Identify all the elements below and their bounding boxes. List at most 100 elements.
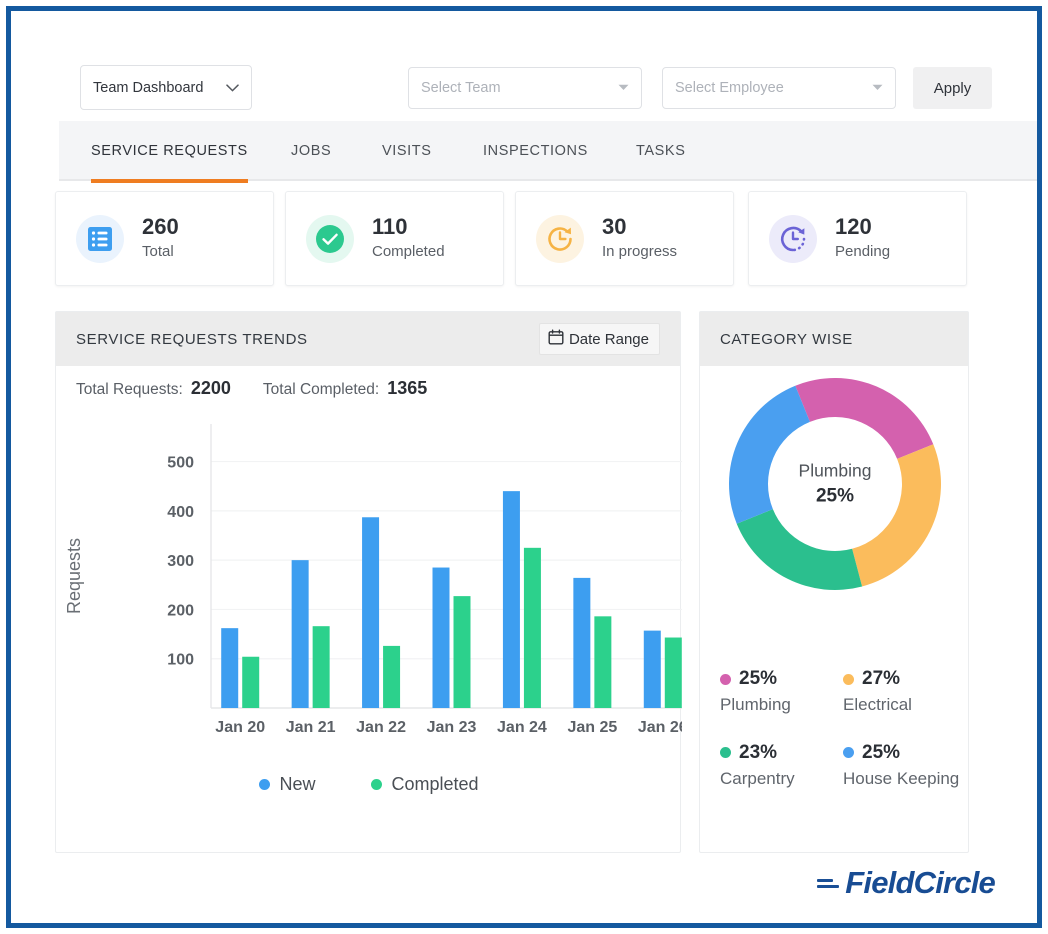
y-axis-tick-label: 200 bbox=[167, 602, 194, 619]
category-percent: 27% bbox=[862, 668, 900, 690]
category-name: Electrical bbox=[843, 694, 960, 716]
bar bbox=[644, 631, 661, 708]
bar bbox=[433, 568, 450, 708]
total-completed-label: Total Completed: bbox=[263, 381, 379, 399]
category-dot-icon bbox=[843, 674, 854, 685]
stat-card-label: In progress bbox=[602, 242, 677, 262]
category-name: House Keeping bbox=[843, 768, 960, 790]
bar bbox=[594, 616, 611, 708]
bar bbox=[665, 638, 682, 708]
x-axis-tick-label: Jan 20 bbox=[215, 719, 265, 736]
bar bbox=[221, 628, 238, 708]
bar bbox=[362, 517, 379, 708]
service-requests-trends-panel: SERVICE REQUESTS TRENDS Date Range Total bbox=[55, 311, 681, 853]
category-panel-title: CATEGORY WISE bbox=[720, 331, 853, 348]
stat-card-completed[interactable]: 110Completed bbox=[285, 191, 504, 286]
bar bbox=[313, 626, 330, 708]
donut-segment-plumbing[interactable] bbox=[795, 378, 933, 459]
dashboard-select-value: Team Dashboard bbox=[93, 80, 203, 96]
bar bbox=[292, 560, 309, 708]
legend-dot-icon bbox=[371, 779, 382, 790]
total-completed-value: 1365 bbox=[387, 378, 427, 399]
bar bbox=[454, 596, 471, 708]
y-axis-tick-label: 100 bbox=[167, 652, 194, 669]
category-legend: 25% Plumbing 27% Electrical 23% Carpentry 25%H… bbox=[720, 668, 960, 790]
category-percent: 23% bbox=[739, 742, 777, 764]
category-donut-chart: Plumbing 25% bbox=[700, 366, 970, 634]
category-legend-item-electrical[interactable]: 27% Electrical bbox=[843, 668, 960, 716]
x-axis-tick-label: Jan 23 bbox=[427, 719, 477, 736]
tab-jobs[interactable]: JOBS bbox=[291, 121, 331, 181]
stat-card-value: 30 bbox=[602, 215, 677, 240]
category-legend-item-plumbing[interactable]: 25% Plumbing bbox=[720, 668, 815, 716]
stat-card-row: 260Total110Completed30In progress120Pend… bbox=[55, 191, 1037, 301]
apply-button[interactable]: Apply bbox=[913, 67, 992, 109]
tab-label: SERVICE REQUESTS bbox=[91, 143, 248, 159]
category-dot-icon bbox=[843, 747, 854, 758]
stat-card-value: 260 bbox=[142, 215, 179, 240]
total-requests-value: 2200 bbox=[191, 378, 231, 399]
category-legend-top: 23% bbox=[720, 742, 815, 764]
stat-card-value: 110 bbox=[372, 215, 445, 240]
date-range-button[interactable]: Date Range bbox=[539, 323, 660, 355]
legend-dot-icon bbox=[259, 779, 270, 790]
category-legend-item-house-keeping[interactable]: 25%House Keeping bbox=[843, 742, 960, 790]
clock-dashed-icon bbox=[769, 215, 817, 263]
service-requests-bar-chart: 100200300400500RequestsJan 20Jan 21Jan 2… bbox=[56, 418, 682, 770]
employee-select[interactable]: Select Employee bbox=[662, 67, 896, 109]
legend-label: New bbox=[279, 774, 315, 795]
tab-label: INSPECTIONS bbox=[483, 143, 588, 159]
donut-svg bbox=[700, 366, 970, 616]
trends-panel-title: SERVICE REQUESTS TRENDS bbox=[76, 331, 308, 348]
tab-label: JOBS bbox=[291, 143, 331, 159]
logo-speed-lines-icon bbox=[817, 879, 839, 888]
x-axis-tick-label: Jan 21 bbox=[286, 719, 336, 736]
donut-segment-electrical[interactable] bbox=[852, 444, 941, 586]
y-axis-tick-label: 500 bbox=[167, 455, 194, 472]
y-axis-tick-label: 300 bbox=[167, 553, 194, 570]
category-name: Plumbing bbox=[720, 694, 815, 716]
legend-label: Completed bbox=[391, 774, 478, 795]
x-axis-tick-label: Jan 22 bbox=[356, 719, 406, 736]
donut-segment-house-keeping[interactable] bbox=[729, 386, 810, 524]
tab-visits[interactable]: VISITS bbox=[382, 121, 432, 181]
tab-tasks[interactable]: TASKS bbox=[636, 121, 685, 181]
category-name: Carpentry bbox=[720, 768, 815, 790]
stat-card-total[interactable]: 260Total bbox=[55, 191, 274, 286]
stat-card-text: 260Total bbox=[142, 215, 179, 261]
dashboard-select[interactable]: Team Dashboard bbox=[80, 65, 252, 110]
dashboard-app: Team Dashboard Select Team Select Employ… bbox=[23, 23, 1037, 861]
team-select[interactable]: Select Team bbox=[408, 67, 642, 109]
stat-card-in-progress[interactable]: 30In progress bbox=[515, 191, 734, 286]
stat-card-label: Completed bbox=[372, 242, 445, 262]
category-panel-header: CATEGORY WISE bbox=[700, 312, 968, 366]
list-icon bbox=[76, 215, 124, 263]
calendar-icon bbox=[548, 329, 564, 349]
legend-item-completed[interactable]: Completed bbox=[371, 774, 478, 795]
tab-service-requests[interactable]: SERVICE REQUESTS bbox=[91, 121, 248, 181]
legend-item-new[interactable]: New bbox=[259, 774, 315, 795]
category-legend-top: 25% bbox=[720, 668, 815, 690]
stat-card-label: Total bbox=[142, 242, 179, 262]
chevron-down-icon bbox=[226, 82, 239, 94]
tab-label: VISITS bbox=[382, 143, 432, 159]
stat-card-value: 120 bbox=[835, 215, 890, 240]
category-dot-icon bbox=[720, 747, 731, 758]
x-axis-tick-label: Jan 25 bbox=[567, 719, 617, 736]
category-percent: 25% bbox=[739, 668, 777, 690]
tab-inspections[interactable]: INSPECTIONS bbox=[483, 121, 588, 181]
stat-card-pending[interactable]: 120Pending bbox=[748, 191, 967, 286]
category-wise-panel: CATEGORY WISE Plumbing 25% 25% Plumbing 27… bbox=[699, 311, 969, 853]
check-circle-icon bbox=[306, 215, 354, 263]
stat-card-label: Pending bbox=[835, 242, 890, 262]
chevron-down-icon bbox=[618, 83, 629, 94]
category-legend-top: 27% bbox=[843, 668, 960, 690]
employee-select-placeholder: Select Employee bbox=[675, 80, 784, 96]
x-axis-tick-label: Jan 26 bbox=[638, 719, 682, 736]
trends-panel-header: SERVICE REQUESTS TRENDS Date Range bbox=[56, 312, 680, 366]
chevron-down-icon bbox=[872, 83, 883, 94]
donut-segment-carpentry[interactable] bbox=[737, 509, 862, 590]
category-legend-item-carpentry[interactable]: 23% Carpentry bbox=[720, 742, 815, 790]
tab-bar: SERVICE REQUESTS JOBS VISITS INSPECTIONS TAS… bbox=[59, 121, 1037, 181]
bar-chart-legend: New Completed bbox=[56, 774, 682, 795]
